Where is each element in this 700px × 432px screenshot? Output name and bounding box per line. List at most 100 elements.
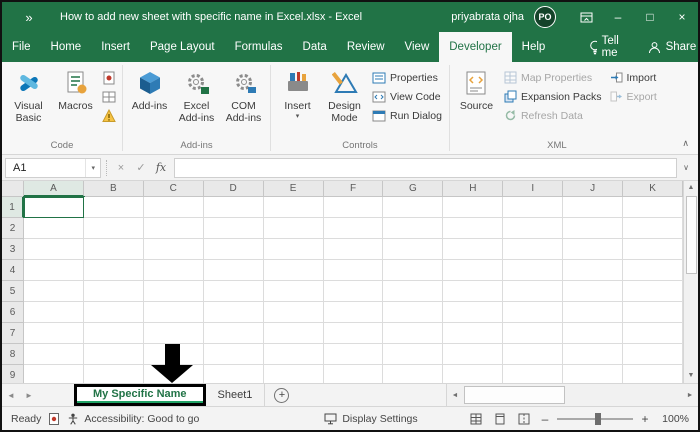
formula-input[interactable] bbox=[174, 157, 677, 178]
enter-button[interactable]: ✓ bbox=[131, 161, 151, 174]
cell-J9[interactable] bbox=[563, 365, 624, 383]
cell-D4[interactable] bbox=[203, 260, 264, 281]
cell-E5[interactable] bbox=[263, 281, 324, 302]
relative-references-icon[interactable] bbox=[102, 90, 116, 104]
user-avatar[interactable]: PO bbox=[534, 6, 556, 28]
cell-K9[interactable] bbox=[623, 365, 683, 383]
insert-controls-button[interactable]: Insert ▾ bbox=[274, 64, 321, 121]
record-macro-status-button[interactable] bbox=[48, 412, 60, 425]
column-header-I[interactable]: I bbox=[503, 181, 564, 197]
column-header-K[interactable]: K bbox=[623, 181, 683, 197]
cell-F4[interactable] bbox=[323, 260, 384, 281]
column-header-H[interactable]: H bbox=[443, 181, 504, 197]
formula-bar-expand-icon[interactable]: ∨ bbox=[677, 163, 695, 172]
close-button[interactable]: × bbox=[666, 2, 698, 32]
cell-H1[interactable] bbox=[443, 197, 504, 218]
cell-H2[interactable] bbox=[443, 218, 504, 239]
cell-F1[interactable] bbox=[323, 197, 384, 218]
macros-button[interactable]: Macros bbox=[52, 64, 99, 112]
cell-F7[interactable] bbox=[323, 323, 384, 344]
sheet-tab-my-specific-name[interactable]: My Specific Name bbox=[77, 387, 203, 403]
scroll-down-icon[interactable]: ▼ bbox=[688, 369, 695, 383]
cell-K2[interactable] bbox=[623, 218, 683, 239]
column-header-E[interactable]: E bbox=[263, 181, 324, 197]
sheet-nav-right-icon[interactable]: ► bbox=[20, 384, 38, 406]
name-box-dropdown-icon[interactable]: ▾ bbox=[85, 158, 100, 177]
insert-function-button[interactable]: fx bbox=[151, 161, 171, 174]
macro-security-icon[interactable] bbox=[102, 109, 116, 123]
new-sheet-button[interactable]: + bbox=[274, 387, 290, 403]
cell-B9[interactable] bbox=[83, 365, 144, 383]
import-button[interactable]: Import bbox=[610, 70, 657, 85]
cell-J4[interactable] bbox=[563, 260, 624, 281]
cell-C2[interactable] bbox=[143, 218, 204, 239]
zoom-slider[interactable] bbox=[557, 412, 633, 425]
sheet-tab-sheet1[interactable]: Sheet1 bbox=[205, 384, 266, 406]
cell-I6[interactable] bbox=[503, 302, 564, 323]
horizontal-scrollbar[interactable]: ◄ ► bbox=[446, 384, 698, 406]
source-button[interactable]: Source bbox=[453, 64, 500, 112]
cell-F3[interactable] bbox=[323, 239, 384, 260]
share-button[interactable]: Share bbox=[632, 32, 698, 62]
page-break-preview-button[interactable] bbox=[515, 411, 533, 427]
row-header-7[interactable]: 7 bbox=[2, 323, 24, 344]
cell-B4[interactable] bbox=[83, 260, 144, 281]
scroll-left-icon[interactable]: ◄ bbox=[447, 384, 463, 406]
cell-C5[interactable] bbox=[143, 281, 204, 302]
cell-C4[interactable] bbox=[143, 260, 204, 281]
tell-me-button[interactable]: Tell me bbox=[581, 32, 631, 62]
cell-C1[interactable] bbox=[143, 197, 204, 218]
cell-B6[interactable] bbox=[83, 302, 144, 323]
display-settings-button[interactable]: Display Settings bbox=[324, 413, 418, 425]
cell-J6[interactable] bbox=[563, 302, 624, 323]
cell-I7[interactable] bbox=[503, 323, 564, 344]
cell-G7[interactable] bbox=[383, 323, 444, 344]
name-box[interactable]: A1 ▾ bbox=[5, 157, 101, 178]
cell-G3[interactable] bbox=[383, 239, 444, 260]
expansion-packs-button[interactable]: Expansion Packs bbox=[504, 89, 602, 104]
cell-I3[interactable] bbox=[503, 239, 564, 260]
scroll-right-icon[interactable]: ► bbox=[682, 384, 698, 406]
com-add-ins-button[interactable]: COM Add-ins bbox=[220, 64, 267, 124]
cell-K4[interactable] bbox=[623, 260, 683, 281]
tab-help[interactable]: Help bbox=[512, 32, 556, 62]
code-group-label[interactable]: Code bbox=[5, 139, 119, 154]
zoom-slider-thumb[interactable] bbox=[595, 412, 601, 425]
cell-F5[interactable] bbox=[323, 281, 384, 302]
cell-E1[interactable] bbox=[263, 197, 324, 218]
zoom-level[interactable]: 100% bbox=[657, 413, 689, 425]
cell-K8[interactable] bbox=[623, 344, 683, 365]
cell-E6[interactable] bbox=[263, 302, 324, 323]
cell-A7[interactable] bbox=[24, 323, 84, 344]
cell-E8[interactable] bbox=[263, 344, 324, 365]
horizontal-scrollbar-track[interactable] bbox=[463, 384, 682, 406]
cell-F6[interactable] bbox=[323, 302, 384, 323]
cell-A1[interactable] bbox=[23, 196, 85, 219]
zoom-out-button[interactable]: – bbox=[539, 412, 551, 426]
cell-C3[interactable] bbox=[143, 239, 204, 260]
record-macro-icon[interactable] bbox=[102, 71, 116, 85]
tab-view[interactable]: View bbox=[395, 32, 440, 62]
cell-A8[interactable] bbox=[24, 344, 84, 365]
cell-A6[interactable] bbox=[24, 302, 84, 323]
controls-group-label[interactable]: Controls bbox=[274, 139, 446, 154]
cell-G5[interactable] bbox=[383, 281, 444, 302]
cell-D5[interactable] bbox=[203, 281, 264, 302]
select-all-corner[interactable] bbox=[2, 181, 24, 197]
column-header-B[interactable]: B bbox=[83, 181, 144, 197]
cell-D8[interactable] bbox=[203, 344, 264, 365]
cell-J8[interactable] bbox=[563, 344, 624, 365]
cell-C6[interactable] bbox=[143, 302, 204, 323]
refresh-data-button[interactable]: Refresh Data bbox=[504, 108, 602, 123]
cell-K1[interactable] bbox=[623, 197, 683, 218]
cell-K5[interactable] bbox=[623, 281, 683, 302]
add-ins-button[interactable]: Add-ins bbox=[126, 64, 173, 112]
view-code-button[interactable]: View Code bbox=[372, 89, 442, 104]
cell-J2[interactable] bbox=[563, 218, 624, 239]
vertical-scrollbar-thumb[interactable] bbox=[685, 196, 697, 274]
row-header-6[interactable]: 6 bbox=[2, 302, 24, 323]
cell-G4[interactable] bbox=[383, 260, 444, 281]
cell-A4[interactable] bbox=[24, 260, 84, 281]
column-header-G[interactable]: G bbox=[383, 181, 444, 197]
cell-D3[interactable] bbox=[203, 239, 264, 260]
